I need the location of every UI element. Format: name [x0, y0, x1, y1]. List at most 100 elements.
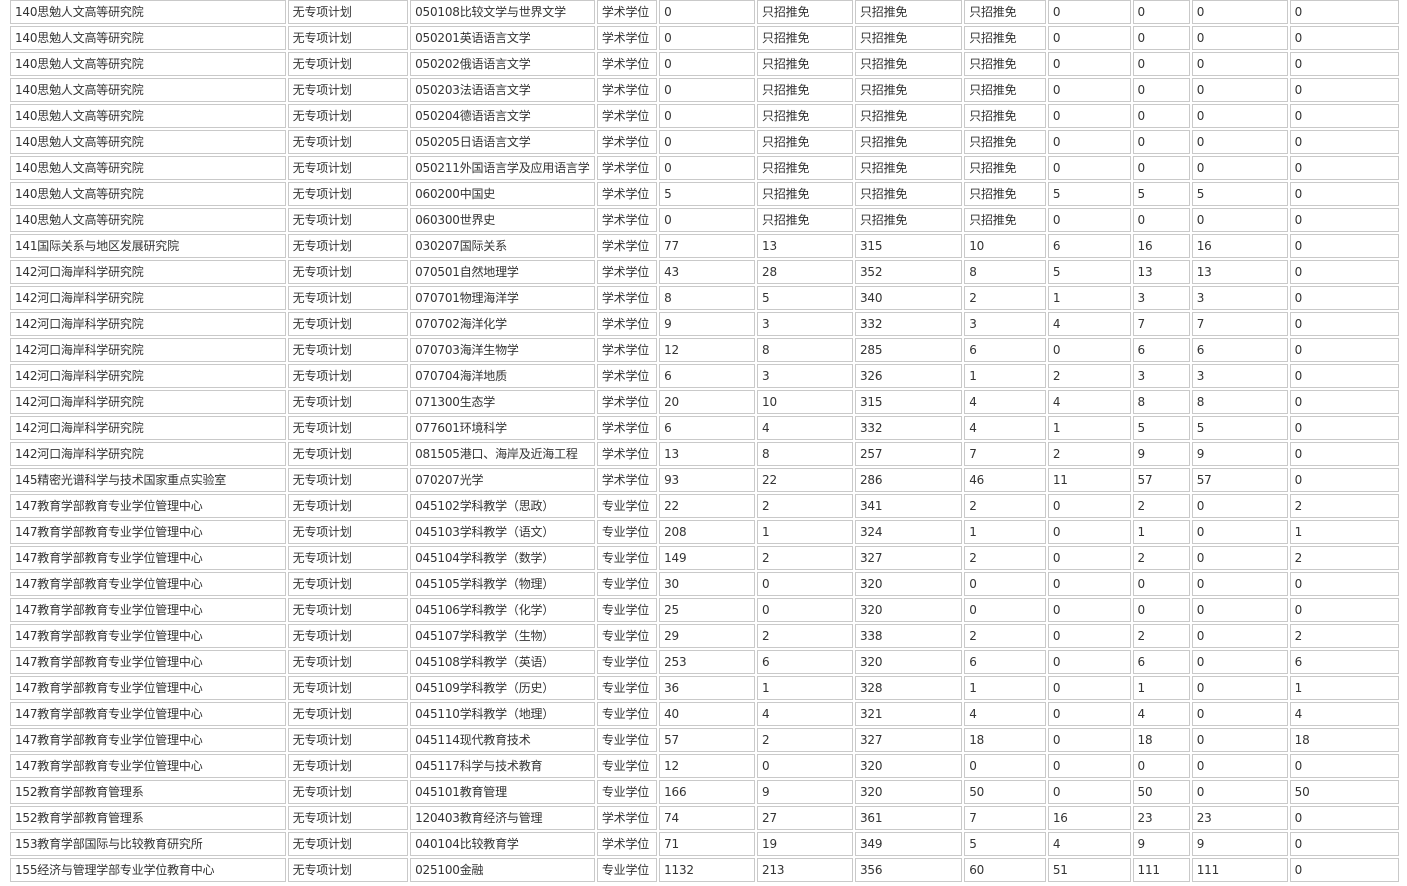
department-cell: 147教育学部教育专业学位管理中心 — [10, 546, 286, 570]
degree-type-cell: 学术学位 — [596, 468, 658, 492]
applicants-cell: 20 — [659, 390, 756, 414]
exempt-admitted-cell: 0 — [1047, 494, 1131, 518]
part-time-cell: 50 — [1289, 780, 1399, 804]
score-line-cell: 286 — [855, 468, 963, 492]
special-plan-cell: 无专项计划 — [287, 104, 409, 128]
degree-type-cell: 专业学位 — [596, 624, 658, 648]
department-cell: 147教育学部教育专业学位管理中心 — [10, 598, 286, 622]
department-cell: 142河口海岸科学研究院 — [10, 390, 286, 414]
department-cell: 147教育学部教育专业学位管理中心 — [10, 572, 286, 596]
full-time-cell: 0 — [1191, 156, 1288, 180]
part-time-cell: 0 — [1289, 806, 1399, 830]
full-time-cell: 0 — [1191, 104, 1288, 128]
exempt-admitted-cell: 0 — [1047, 728, 1131, 752]
score-line-cell: 315 — [855, 390, 963, 414]
table-row: 147教育学部教育专业学位管理中心 无专项计划 045105学科教学（物理） 专业学位… — [10, 572, 1399, 596]
admitted-count-cell: 3 — [964, 312, 1046, 336]
degree-type-cell: 学术学位 — [596, 286, 658, 310]
department-cell: 140思勉人文高等研究院 — [10, 104, 286, 128]
table-row: 147教育学部教育专业学位管理中心 无专项计划 045114现代教育技术 专业学位 57… — [10, 728, 1399, 752]
part-time-cell: 0 — [1289, 390, 1399, 414]
degree-type-cell: 专业学位 — [596, 676, 658, 700]
exempt-count-cell: 28 — [757, 260, 853, 284]
degree-type-cell: 专业学位 — [596, 858, 658, 882]
score-line-cell: 332 — [855, 416, 963, 440]
exempt-count-cell: 1 — [757, 676, 853, 700]
department-cell: 140思勉人文高等研究院 — [10, 182, 286, 206]
degree-type-cell: 学术学位 — [596, 832, 658, 856]
applicants-cell: 0 — [659, 156, 756, 180]
total-admitted-cell: 0 — [1132, 26, 1190, 50]
admitted-count-cell: 1 — [964, 676, 1046, 700]
special-plan-cell: 无专项计划 — [287, 390, 409, 414]
admission-table: 140思勉人文高等研究院 无专项计划 050108比较文学与世界文学 学术学位 0 只招推… — [8, 0, 1401, 884]
full-time-cell: 7 — [1191, 312, 1288, 336]
part-time-cell: 0 — [1289, 104, 1399, 128]
full-time-cell: 0 — [1191, 598, 1288, 622]
major-cell: 050203法语语言文学 — [410, 78, 595, 102]
score-line-cell: 320 — [855, 572, 963, 596]
exempt-admitted-cell: 0 — [1047, 78, 1131, 102]
full-time-cell: 0 — [1191, 650, 1288, 674]
major-cell: 045104学科教学（数学） — [410, 546, 595, 570]
table-row: 140思勉人文高等研究院 无专项计划 050108比较文学与世界文学 学术学位 0 只招推… — [10, 0, 1399, 24]
exempt-admitted-cell: 0 — [1047, 780, 1131, 804]
total-admitted-cell: 13 — [1132, 260, 1190, 284]
exempt-admitted-cell: 0 — [1047, 572, 1131, 596]
score-line-cell: 285 — [855, 338, 963, 362]
applicants-cell: 71 — [659, 832, 756, 856]
part-time-cell: 6 — [1289, 650, 1399, 674]
exempt-admitted-cell: 11 — [1047, 468, 1131, 492]
exempt-admitted-cell: 0 — [1047, 156, 1131, 180]
admitted-count-cell: 2 — [964, 546, 1046, 570]
part-time-cell: 0 — [1289, 286, 1399, 310]
table-row: 147教育学部教育专业学位管理中心 无专项计划 045102学科教学（思政） 专业学位… — [10, 494, 1399, 518]
degree-type-cell: 学术学位 — [596, 156, 658, 180]
special-plan-cell: 无专项计划 — [287, 676, 409, 700]
part-time-cell: 0 — [1289, 858, 1399, 882]
admission-table-container: 140思勉人文高等研究院 无专项计划 050108比较文学与世界文学 学术学位 0 只招推… — [8, 0, 1401, 884]
applicants-cell: 74 — [659, 806, 756, 830]
department-cell: 152教育学部教育管理系 — [10, 780, 286, 804]
part-time-cell: 0 — [1289, 182, 1399, 206]
exempt-count-cell: 13 — [757, 234, 853, 258]
total-admitted-cell: 5 — [1132, 416, 1190, 440]
applicants-cell: 77 — [659, 234, 756, 258]
full-time-cell: 16 — [1191, 234, 1288, 258]
total-admitted-cell: 0 — [1132, 104, 1190, 128]
table-row: 147教育学部教育专业学位管理中心 无专项计划 045110学科教学（地理） 专业学位… — [10, 702, 1399, 726]
table-row: 142河口海岸科学研究院 无专项计划 070704海洋地质 学术学位 6 3 326 1 2 3 3… — [10, 364, 1399, 388]
full-time-cell: 0 — [1191, 520, 1288, 544]
total-admitted-cell: 1 — [1132, 676, 1190, 700]
exempt-admitted-cell: 5 — [1047, 260, 1131, 284]
major-cell: 045117科学与技术教育 — [410, 754, 595, 778]
major-cell: 070207光学 — [410, 468, 595, 492]
admitted-count-cell: 只招推免 — [964, 208, 1046, 232]
department-cell: 153教育学部国际与比较教育研究所 — [10, 832, 286, 856]
exempt-count-cell: 只招推免 — [757, 78, 853, 102]
degree-type-cell: 学术学位 — [596, 390, 658, 414]
part-time-cell: 0 — [1289, 260, 1399, 284]
table-row: 140思勉人文高等研究院 无专项计划 050201英语语言文学 学术学位 0 只招推免 只招… — [10, 26, 1399, 50]
department-cell: 142河口海岸科学研究院 — [10, 260, 286, 284]
major-cell: 045110学科教学（地理） — [410, 702, 595, 726]
full-time-cell: 13 — [1191, 260, 1288, 284]
total-admitted-cell: 6 — [1132, 338, 1190, 362]
major-cell: 050204德语语言文学 — [410, 104, 595, 128]
degree-type-cell: 专业学位 — [596, 728, 658, 752]
major-cell: 071300生态学 — [410, 390, 595, 414]
admitted-count-cell: 2 — [964, 494, 1046, 518]
special-plan-cell: 无专项计划 — [287, 52, 409, 76]
applicants-cell: 208 — [659, 520, 756, 544]
total-admitted-cell: 4 — [1132, 702, 1190, 726]
major-cell: 050211外国语言学及应用语言学 — [410, 156, 595, 180]
department-cell: 142河口海岸科学研究院 — [10, 338, 286, 362]
exempt-count-cell: 5 — [757, 286, 853, 310]
department-cell: 140思勉人文高等研究院 — [10, 78, 286, 102]
exempt-count-cell: 只招推免 — [757, 0, 853, 24]
applicants-cell: 0 — [659, 52, 756, 76]
major-cell: 045103学科教学（语文） — [410, 520, 595, 544]
special-plan-cell: 无专项计划 — [287, 780, 409, 804]
degree-type-cell: 学术学位 — [596, 312, 658, 336]
special-plan-cell: 无专项计划 — [287, 650, 409, 674]
